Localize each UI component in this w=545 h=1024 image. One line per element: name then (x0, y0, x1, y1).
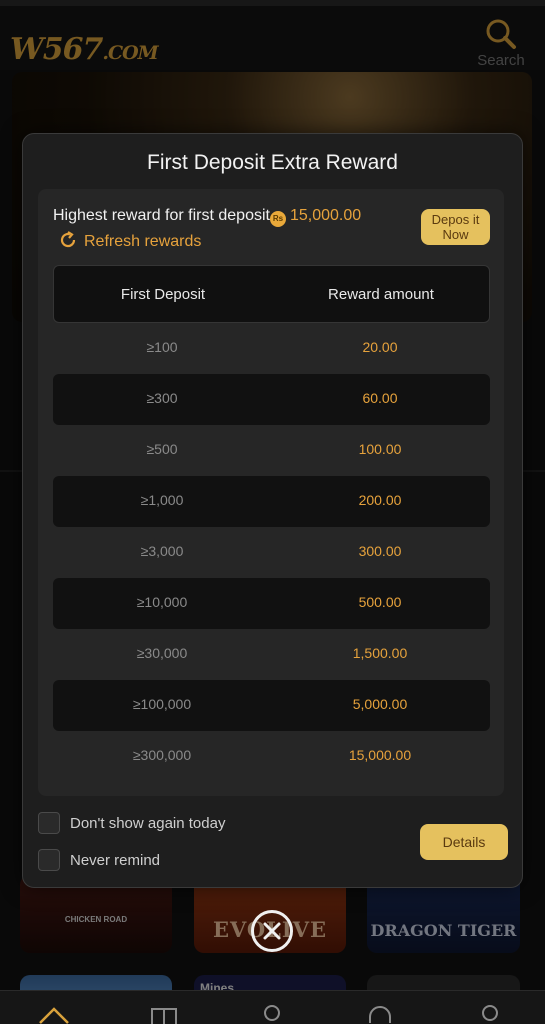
never-remind-label: Never remind (70, 851, 161, 869)
highest-reward-amount: 15,000.00 (289, 207, 362, 224)
page: W567.COM Search CHICKEN ROAD EVOLIVE DRA… (0, 0, 545, 1024)
first-deposit-modal: First Deposit Extra Reward Highest rewar… (22, 133, 523, 888)
table-row: ≥3,000 300.00 (140, 543, 402, 559)
dont-show-today-checkbox[interactable]: Don't show again today (38, 812, 225, 836)
profile-icon[interactable] (472, 1001, 508, 1024)
table-row: ≥30,000 1,500.00 (136, 645, 408, 661)
close-icon (263, 922, 281, 940)
gift-icon[interactable] (146, 1001, 182, 1024)
refresh-icon (60, 231, 76, 248)
table-row: ≥10,000 500.00 (53, 578, 490, 629)
dont-show-today-label: Don't show again today (70, 814, 226, 832)
close-modal-button[interactable] (251, 910, 293, 952)
column-header-first-deposit: First Deposit (120, 286, 206, 303)
bottom-nav (0, 990, 545, 1024)
rupee-coin-icon: Rs (269, 211, 286, 227)
never-remind-checkbox[interactable]: Never remind (38, 849, 160, 873)
home-icon[interactable] (36, 1001, 72, 1024)
table-row: ≥300 60.00 (53, 374, 490, 425)
details-button[interactable]: Details (420, 824, 508, 860)
column-header-reward-amount: Reward amount (328, 286, 434, 303)
highest-reward-text: Highest reward for first deposit Rs 15,000… (53, 207, 361, 227)
refresh-rewards-link[interactable]: Refresh rewards (58, 230, 201, 251)
modal-title: First Deposit Extra Reward (147, 151, 398, 174)
checkbox[interactable] (38, 812, 60, 834)
support-icon[interactable] (362, 1001, 398, 1024)
table-row: ≥1,000 200.00 (53, 476, 490, 527)
table-row: ≥300,000 15,000.00 (132, 747, 412, 763)
reward-panel: Highest reward for first deposit Rs 15,000… (38, 189, 504, 796)
reward-table-header: First Deposit Reward amount (53, 265, 490, 323)
table-row: ≥500 100.00 (146, 441, 402, 457)
table-row: ≥100 20.00 (146, 339, 398, 355)
checkbox[interactable] (38, 849, 60, 871)
deposit-now-button[interactable]: Depos it Now (421, 209, 490, 245)
users-icon[interactable] (254, 1001, 290, 1024)
table-row: ≥100,000 5,000.00 (53, 680, 490, 731)
